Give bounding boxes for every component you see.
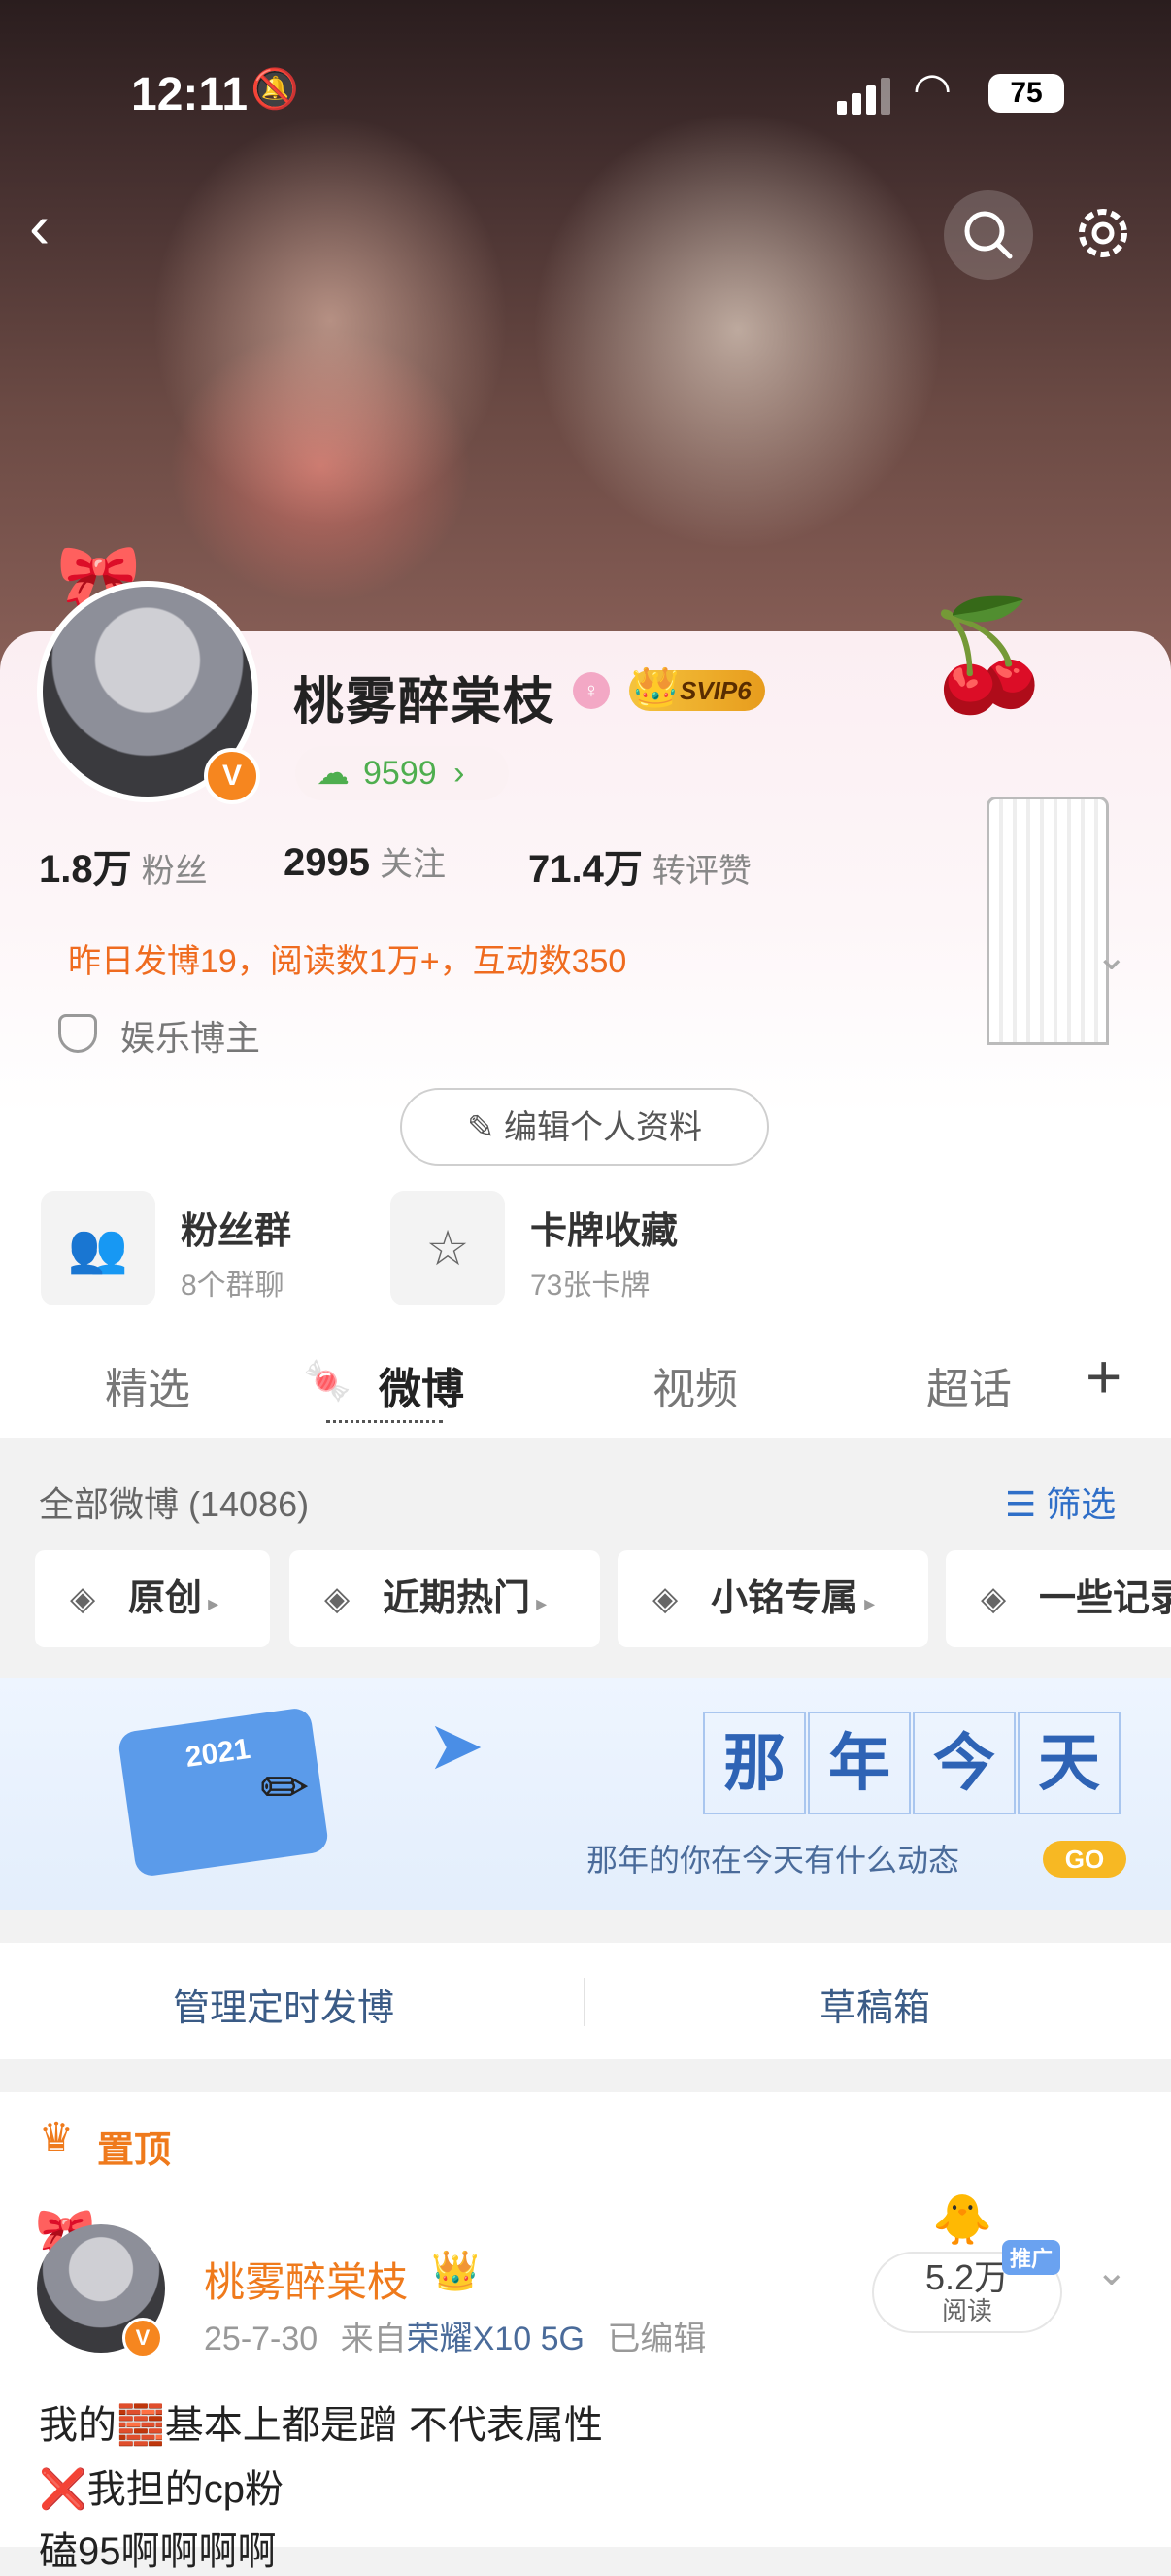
- divider: [584, 1978, 586, 2026]
- layers-icon: ◈: [981, 1580, 1007, 1617]
- tab-weibo[interactable]: 微博: [379, 1354, 464, 1416]
- post-device[interactable]: 荣耀X10 5G: [407, 2321, 585, 2357]
- chip-original[interactable]: ◈ 原创 ▸: [35, 1550, 270, 1647]
- signal-icon: [837, 76, 895, 115]
- drafts-button[interactable]: 草稿箱: [820, 1978, 930, 2031]
- settings-button[interactable]: [1064, 194, 1142, 272]
- tab-underline-decoration: [326, 1420, 443, 1429]
- edit-profile-button[interactable]: ✎ 编辑个人资料: [400, 1088, 769, 1166]
- chip-recent-hot[interactable]: ◈ 近期热门 ▸: [289, 1550, 600, 1647]
- tile-subtitle: 73张卡牌: [530, 1270, 651, 1302]
- female-icon: ♀: [573, 672, 610, 709]
- chevron-right-icon: ›: [453, 755, 465, 792]
- crown-icon: 👑: [631, 666, 680, 709]
- post-author[interactable]: 桃雾醉棠枝: [204, 2250, 408, 2309]
- post-source-prefix: 来自: [340, 2321, 407, 2357]
- verified-badge: V: [204, 748, 260, 804]
- go-button[interactable]: GO: [1043, 1841, 1126, 1878]
- shield-icon: [58, 1014, 97, 1053]
- chip-arrow-icon: ▸: [202, 1591, 219, 1615]
- scheduled-posts-button[interactable]: 管理定时发博: [173, 1978, 394, 2031]
- tile-title: 卡牌收藏: [530, 1211, 679, 1252]
- chip-records[interactable]: ◈ 一些记录: [946, 1550, 1171, 1647]
- banner-title-char: 天: [1018, 1712, 1121, 1814]
- tab-supertopic[interactable]: 超话: [926, 1354, 1012, 1416]
- chip-label: 近期热门: [383, 1578, 531, 1619]
- gear-icon: [1079, 209, 1127, 257]
- cloud-icon: ☁: [317, 755, 350, 792]
- mute-icon: 🔕: [251, 68, 299, 111]
- post-text-line: 我的🧱基本上都是蹭 不代表属性: [39, 2404, 603, 2447]
- stat-label: 粉丝: [141, 853, 208, 890]
- people-icon: 👥: [41, 1191, 155, 1305]
- cartoon-decoration-icon: 🐥: [932, 2192, 993, 2247]
- stat-label: 关注: [379, 846, 446, 883]
- expand-chevron-icon[interactable]: ⌄: [1095, 934, 1128, 979]
- filter-label: 筛选: [1046, 1484, 1117, 1524]
- read-count-label: 阅读: [941, 2296, 992, 2325]
- column-decoration-icon: [987, 797, 1109, 1045]
- post-text-line: 磕95啊啊啊啊: [39, 2530, 277, 2573]
- pencil-decoration-icon: ✏: [260, 1755, 310, 1820]
- crown-icon: 👑: [431, 2250, 480, 2292]
- card-icon: ☆: [390, 1191, 505, 1305]
- status-time: 12:11: [131, 69, 249, 120]
- battery-indicator: 75: [988, 74, 1064, 113]
- post-meta: 25-7-30 来自荣耀X10 5G 已编辑: [204, 2312, 706, 2359]
- post-text-line: ❌我担的cp粉: [39, 2468, 284, 2511]
- stat-value: 71.4万: [528, 848, 643, 891]
- filter-button[interactable]: ☰ 筛选: [1005, 1476, 1116, 1527]
- layers-icon: ◈: [652, 1580, 679, 1617]
- candy-icon: 🍬: [303, 1360, 351, 1403]
- chip-label: 一些记录: [1039, 1578, 1171, 1619]
- search-icon: [964, 211, 1013, 259]
- stat-value: 1.8万: [39, 848, 132, 891]
- activity-notice[interactable]: 昨日发博19，阅读数1万+，互动数350: [68, 934, 626, 982]
- all-posts-label: 全部微博 (14086): [39, 1484, 310, 1524]
- crown-pin-icon: ♛: [39, 2117, 74, 2159]
- tile-subtitle: 8个群聊: [181, 1270, 284, 1302]
- cherry-bow-decoration-icon: 🍒: [922, 595, 1055, 715]
- tab-video[interactable]: 视频: [652, 1354, 738, 1416]
- chip-arrow-icon: ▸: [858, 1591, 876, 1615]
- green-points-count: 9599: [363, 755, 437, 792]
- add-tab-button[interactable]: +: [1086, 1340, 1121, 1412]
- banner-title-char: 今: [913, 1712, 1016, 1814]
- promote-badge[interactable]: 推广: [1002, 2240, 1061, 2275]
- wifi-icon: ◠: [913, 63, 953, 114]
- stat-likes[interactable]: 71.4万 转评赞: [528, 837, 752, 894]
- chip-label: 原创: [128, 1578, 203, 1619]
- stat-value: 2995: [284, 841, 370, 884]
- role-label[interactable]: 娱乐博主: [120, 1010, 260, 1061]
- profile-name: 桃雾醉棠枝: [293, 674, 556, 730]
- post-menu-chevron-icon[interactable]: ⌄: [1095, 2250, 1128, 2294]
- banner-title-char: 那: [703, 1712, 806, 1814]
- sort-icon: ☰: [1005, 1484, 1047, 1524]
- layers-icon: ◈: [70, 1580, 96, 1617]
- chip-label: 小铭专属: [711, 1578, 859, 1619]
- layers-icon: ◈: [324, 1580, 351, 1617]
- fan-group-tile[interactable]: 👥 粉丝群 8个群聊: [41, 1191, 361, 1307]
- verified-badge: V: [122, 2318, 163, 2358]
- post-date: 25-7-30: [204, 2321, 318, 2357]
- stat-label: 转评赞: [652, 853, 752, 890]
- pinned-label: 置顶: [97, 2130, 172, 2171]
- search-button[interactable]: [944, 190, 1033, 280]
- stat-following[interactable]: 2995 关注: [284, 837, 446, 885]
- banner-subtitle: 那年的你在今天有什么动态: [586, 1842, 960, 1879]
- banner-title-char: 年: [808, 1712, 911, 1814]
- post-edited[interactable]: 已编辑: [607, 2321, 706, 2357]
- back-button[interactable]: ‹: [29, 190, 50, 262]
- paper-plane-icon: ➤: [427, 1708, 485, 1783]
- chip-xiaoming[interactable]: ◈ 小铭专属 ▸: [618, 1550, 928, 1647]
- stat-followers[interactable]: 1.8万 粉丝: [39, 837, 208, 894]
- tile-title: 粉丝群: [181, 1211, 292, 1252]
- card-collection-tile[interactable]: ☆ 卡牌收藏 73张卡牌: [390, 1191, 720, 1307]
- pencil-icon: ✎: [467, 1109, 504, 1146]
- edit-profile-label: 编辑个人资料: [503, 1109, 702, 1146]
- chip-arrow-icon: ▸: [530, 1591, 548, 1615]
- tab-featured[interactable]: 精选: [105, 1354, 190, 1416]
